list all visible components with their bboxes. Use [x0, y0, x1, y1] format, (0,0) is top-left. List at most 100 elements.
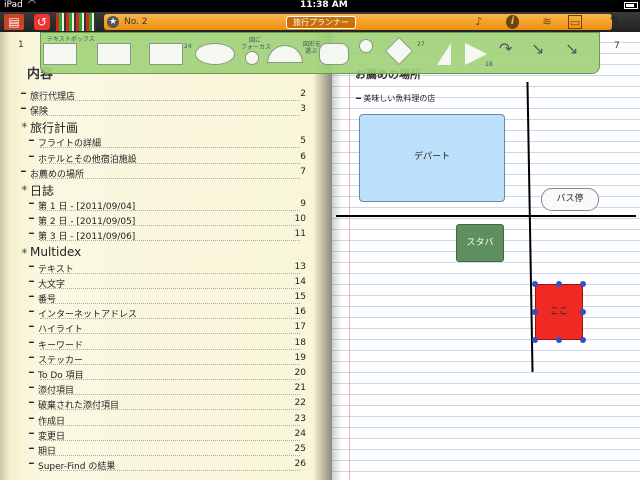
toc-page-number: 15 [294, 292, 306, 302]
star-icon[interactable]: ★ [107, 16, 119, 28]
toc-dotted-leader [40, 225, 300, 227]
square-shape-button[interactable] [149, 43, 183, 65]
note-header-bar [104, 14, 612, 30]
bullet-label: 美味しい魚料理の店 [363, 94, 436, 103]
toc-dotted-leader [40, 470, 300, 472]
book-icon[interactable]: ▤ [4, 14, 24, 30]
circle-shape-button[interactable] [245, 51, 259, 65]
toc-entry[interactable]: ━ To Do 項目 20 [0, 367, 312, 381]
rectangle-shape-button[interactable] [97, 43, 131, 65]
notebook-title-button[interactable]: 旅行プランナー [286, 16, 356, 29]
bullet-dash-icon: ━ [29, 136, 34, 146]
resize-handle[interactable] [580, 309, 586, 315]
undo-icon[interactable]: ↺ [34, 14, 50, 30]
toc-dotted-leader [40, 333, 300, 335]
toc-entry[interactable]: ━ 変更日 24 [0, 428, 312, 442]
bullet-dash-icon: ━ [29, 383, 34, 393]
toc-entry[interactable]: ━ インターネットアドレス 16 [0, 306, 312, 320]
toc-page-number: 2 [300, 89, 306, 99]
toc-dotted-leader [40, 394, 300, 396]
bullet-dash-icon: ━ [29, 352, 34, 362]
toc-section[interactable]: ✳ Multidex [0, 244, 312, 261]
toc-entry[interactable]: ━ 番号 15 [0, 291, 312, 305]
bus-stop-shape[interactable]: バス停 [541, 188, 599, 211]
toc-entry[interactable]: ━ フライトの詳細 5 [0, 135, 312, 149]
page-spine [314, 32, 332, 480]
bullet-dash-icon: ━ [29, 428, 34, 438]
toc-entry[interactable]: ━ 第 2 日 - [2011/09/05] 10 [0, 213, 312, 227]
toc-dotted-leader [40, 287, 300, 289]
road-line-horizontal[interactable] [336, 215, 636, 217]
resize-handle[interactable] [532, 281, 538, 287]
ellipse-shape-button[interactable] [195, 43, 235, 65]
toc-page-number: 11 [294, 229, 306, 240]
toc-page-number: 5 [300, 136, 306, 147]
triangle-shape-button[interactable] [437, 43, 451, 65]
toc-dotted-leader [40, 409, 300, 411]
palette-textbox-label: テキストボックス [47, 36, 95, 43]
toc-entry[interactable]: ━ 保険 3 [0, 103, 312, 117]
pencil-icon[interactable]: ✎ [592, 15, 638, 29]
diamond-shape-button[interactable] [384, 36, 414, 66]
toc-entry[interactable]: ━ テキスト 13 [0, 261, 312, 275]
toc-entry-label: 日誌 [30, 184, 55, 198]
resize-handle[interactable] [580, 281, 586, 287]
resize-handle[interactable] [580, 337, 586, 343]
bullet-dash-icon: ━ [29, 459, 34, 469]
info-icon[interactable]: i [506, 15, 519, 29]
rounded-rect-shape-button[interactable] [319, 43, 349, 65]
palette-size-label: 18 [485, 61, 493, 68]
resize-handle[interactable] [556, 281, 562, 287]
notebook-tabs-strip[interactable] [56, 13, 96, 31]
line-arrow-icon[interactable]: ↘ [565, 39, 578, 58]
bullet-dash-icon: ━ [29, 229, 34, 239]
semicircle-shape-button[interactable] [267, 45, 303, 63]
bullet-dash-icon: ━ [29, 444, 34, 453]
toc-entry[interactable]: ━ ホテルとその他宿泊施設 6 [0, 151, 312, 165]
small-circle-shape-button[interactable] [359, 39, 373, 53]
toc-section[interactable]: ✳ 日誌 [0, 184, 312, 198]
toc-entry[interactable]: ━ 作成日 23 [0, 413, 312, 427]
toc-dotted-leader [40, 162, 300, 164]
toc-entry[interactable]: ━ 期日 25 [0, 443, 312, 457]
page-gutter-shadow [332, 32, 342, 480]
bullet-item[interactable]: ━ 美味しい魚料理の店 [356, 93, 435, 104]
starbucks-shape[interactable]: スタバ [456, 224, 504, 262]
toc-entry[interactable]: ━ お薦めの場所 7 [0, 166, 312, 180]
toc-page-number: 16 [294, 307, 306, 318]
status-bar: iPad ◠ 11:38 AM [0, 0, 640, 12]
textbox-shape-button[interactable] [43, 43, 77, 65]
toc-page-number: 10 [294, 214, 306, 225]
toc-entry[interactable]: ━ キーワード 18 [0, 337, 312, 351]
curved-arrow-icon[interactable]: ↷ [499, 39, 512, 58]
toc-dotted-leader [40, 379, 300, 380]
here-shape[interactable]: ここ [535, 284, 583, 340]
bullet-dash-icon: ━ [29, 199, 34, 208]
bent-arrow-icon[interactable]: ↘ [531, 39, 544, 58]
toc-entry[interactable]: ━ 大文字 14 [0, 276, 312, 290]
toc-entry[interactable]: ━ ハイライト 17 [0, 321, 312, 335]
toc-entry[interactable]: ━ 第 1 日 - [2011/09/04] 9 [0, 198, 312, 212]
toc-dotted-leader [32, 100, 300, 101]
toc-entry[interactable]: ━ ステッカー 19 [0, 352, 312, 366]
toc-entry[interactable]: ━ 添付項目 21 [0, 382, 312, 396]
toc-entry[interactable]: ━ 破棄された添付項目 22 [0, 397, 312, 411]
resize-handle[interactable] [532, 309, 538, 315]
arrow-shape-button[interactable] [465, 43, 487, 65]
top-toolbar: ▤ ↺ ★ No. 2 旅行プランナー ♪ i ≋ ▭ ✎ [0, 12, 640, 32]
bullet-dash-icon: ━ [29, 261, 34, 271]
mic-icon[interactable]: ♪ [473, 15, 485, 29]
resize-handle[interactable] [556, 337, 562, 343]
toc-entry[interactable]: ━ 旅行代理店 2 [0, 88, 312, 102]
toc-dotted-leader [40, 439, 300, 441]
image-icon[interactable]: ▭ [568, 15, 582, 29]
toc-section[interactable]: ✳ 旅行計画 [0, 121, 312, 135]
toc-entry-label: Multidex [30, 244, 82, 259]
bullet-dash-icon: ━ [29, 292, 34, 301]
resize-handle[interactable] [532, 337, 538, 343]
department-store-shape[interactable]: デパート [359, 114, 505, 202]
wifi-icon[interactable]: ≋ [540, 15, 554, 29]
toc-entry[interactable]: ━ 第 3 日 - [2011/09/06] 11 [0, 228, 312, 242]
section-marker-icon: ✳ [21, 246, 28, 256]
toc-entry[interactable]: ━ Super-Find の結果 26 [0, 458, 312, 472]
